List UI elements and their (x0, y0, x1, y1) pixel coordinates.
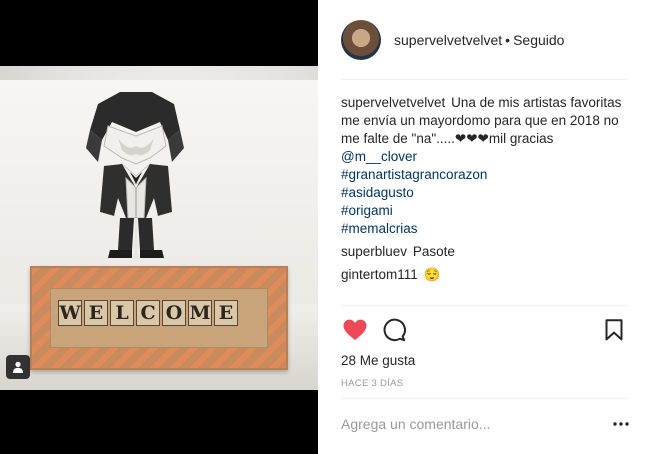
comment-text: 😌 (423, 267, 441, 282)
more-options-button[interactable] (611, 414, 631, 434)
caption-mention-link[interactable]: @m__clover (341, 149, 417, 164)
comment-item: superbluev Pasote (341, 243, 631, 261)
mat-letter: C (136, 300, 160, 326)
post-media[interactable]: W E L C O M E (0, 0, 318, 454)
post-caption: supervelvetvelvet Una de mis artistas fa… (341, 94, 631, 238)
like-button[interactable] (341, 316, 369, 344)
mat-letter: W (58, 300, 82, 326)
post-timestamp[interactable]: HACE 3 DÍAS (341, 378, 403, 389)
follow-status-button[interactable]: Seguido (513, 32, 564, 48)
likes-count[interactable]: 28 Me gusta (341, 353, 415, 368)
comment-author[interactable]: gintertom111 (341, 267, 418, 282)
mat-letter: L (110, 300, 134, 326)
welcome-letters: W E L C O M E (58, 300, 238, 326)
mat-letter: M (188, 300, 212, 326)
welcome-mat: W E L C O M E (30, 266, 288, 370)
heart-icon (343, 319, 367, 340)
origami-butler-figure (86, 92, 184, 258)
user-tag-button[interactable] (6, 355, 30, 379)
avatar[interactable] (341, 20, 381, 60)
divider (341, 305, 628, 306)
more-options-icon (613, 422, 629, 426)
hashtag-link[interactable]: #asidagusto (341, 184, 631, 202)
comment-item: gintertom111 😌 (341, 266, 631, 284)
add-comment-input[interactable] (341, 412, 601, 436)
post-sidebar: supervelvetvelvet • Seguido supervelvetvel… (318, 0, 651, 454)
comment-author[interactable]: superbluev (341, 244, 407, 259)
action-bar (341, 316, 628, 346)
comment-button[interactable] (380, 316, 408, 344)
user-tag-icon (12, 361, 24, 373)
bookmark-icon (605, 319, 623, 341)
post-photo[interactable]: W E L C O M E (0, 66, 318, 390)
mat-letter: E (84, 300, 108, 326)
mat-letter: E (214, 300, 238, 326)
hashtag-link[interactable]: #memalcrias (341, 220, 631, 238)
save-button[interactable] (600, 316, 628, 344)
divider (341, 398, 628, 399)
mat-letter: O (162, 300, 186, 326)
separator-dot: • (505, 32, 511, 48)
hashtag-link[interactable]: #granartistagrancorazon (341, 166, 631, 184)
comment-text: Pasote (412, 244, 455, 259)
comment-bubble-icon (383, 318, 406, 342)
caption-author[interactable]: supervelvetvelvet (341, 95, 445, 110)
comments-list: supervelvetvelvet Una de mis artistas fa… (341, 94, 631, 284)
author-username[interactable]: supervelvetvelvet (394, 32, 502, 48)
post-header: supervelvetvelvet • Seguido (318, 0, 651, 80)
hashtag-link[interactable]: #origami (341, 202, 631, 220)
